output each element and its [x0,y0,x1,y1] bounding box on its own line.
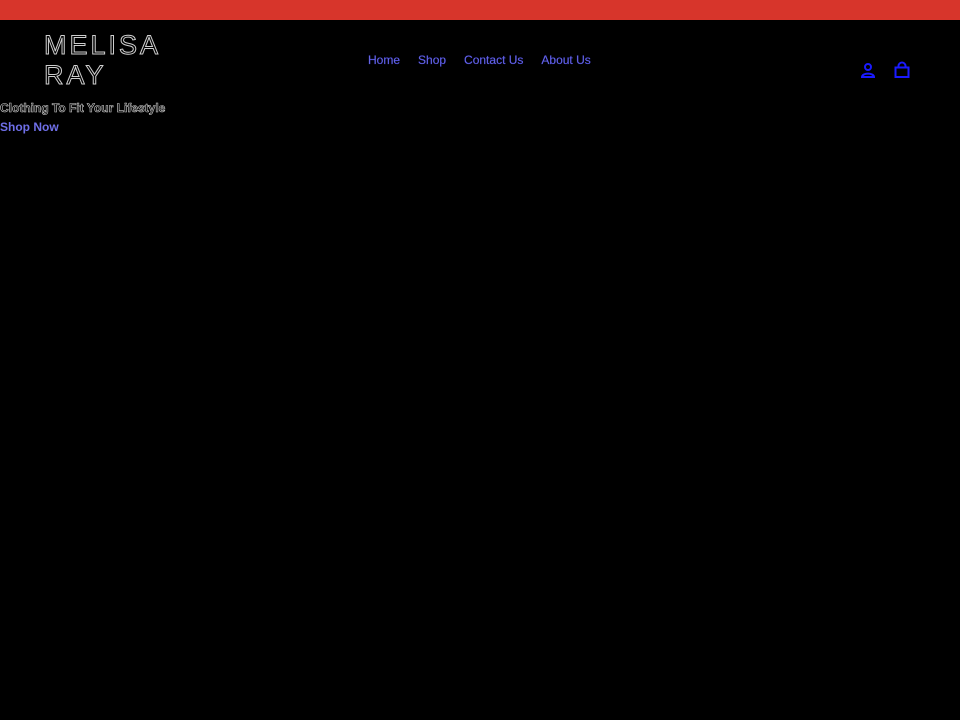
nav-item-home[interactable]: Home [368,53,400,67]
brand-logo[interactable]: MELISA RAY [44,30,162,91]
announcement-bar [0,0,960,20]
account-icon-graphic [860,63,876,78]
main-nav: Home Shop Contact Us About Us [368,53,591,67]
shop-now-link[interactable]: Shop Now [0,120,59,134]
nav-item-contact-us[interactable]: Contact Us [464,53,524,67]
hero-section: Clothing To Fit Your Lifestyle Shop Now [0,101,166,136]
hero-title: Clothing To Fit Your Lifestyle [0,101,166,116]
cart-icon[interactable] [893,61,911,79]
cart-icon-graphic [894,61,910,78]
nav-item-about-us[interactable]: About Us [541,53,591,67]
account-icon[interactable] [859,61,877,79]
brand-logo-line1: MELISA [44,30,162,61]
nav-item-shop[interactable]: Shop [418,53,446,67]
brand-logo-line2: RAY [44,60,107,91]
